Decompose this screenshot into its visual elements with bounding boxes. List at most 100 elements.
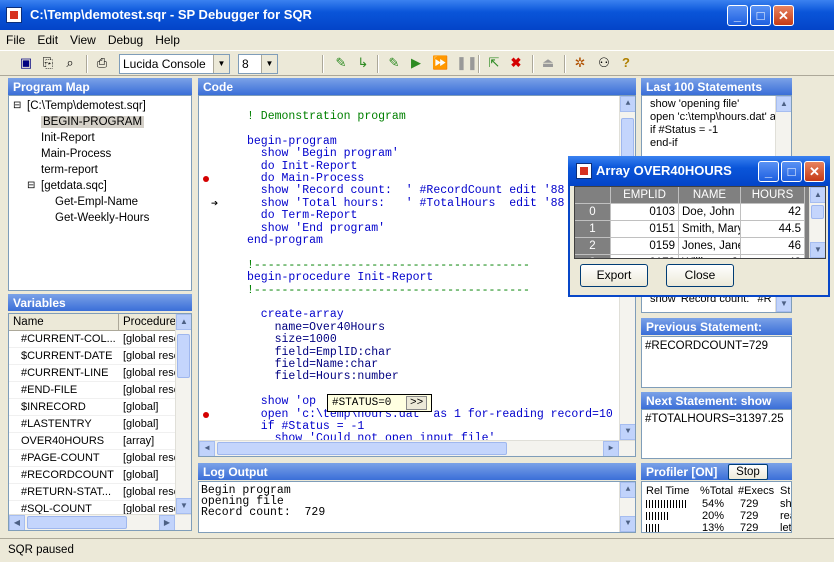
- font-size-select[interactable]: 8 ▼: [238, 54, 278, 74]
- table-row[interactable]: #CURRENT-COL... [global rese: [9, 331, 191, 348]
- font-select[interactable]: Lucida Console ▼: [119, 54, 230, 74]
- code-line[interactable]: show 'End program': [247, 222, 385, 235]
- scroll-down-icon[interactable]: ▼: [810, 242, 825, 258]
- maximize-button[interactable]: □: [750, 5, 771, 26]
- grid-cell-emplid[interactable]: 0173: [611, 255, 679, 258]
- grid-vscroll[interactable]: ▲ ▼: [809, 187, 825, 258]
- scroll-down-icon[interactable]: ▼: [620, 516, 635, 532]
- code-line[interactable]: !---------------------------------------…: [247, 259, 530, 272]
- log-output[interactable]: Begin program opening file Record count: 7…: [198, 481, 636, 533]
- variables-vscroll[interactable]: ▲ ▼: [175, 314, 191, 514]
- statement-line[interactable]: if #Status = -1: [650, 124, 718, 136]
- table-row[interactable]: #RECORDCOUNT [global]: [9, 467, 191, 484]
- grid-col-hours[interactable]: HOURS: [741, 187, 805, 204]
- code-line[interactable]: name=Over40Hours: [247, 321, 385, 334]
- code-line[interactable]: if #Status = -1: [247, 420, 365, 433]
- find-icon[interactable]: ⌕: [62, 55, 78, 71]
- code-line[interactable]: show 'op: [247, 395, 316, 408]
- code-line[interactable]: field=EmplID:char: [247, 346, 392, 359]
- tree-item[interactable]: Get-Weekly-Hours: [55, 212, 149, 224]
- statement-line[interactable]: open 'c:\temp\hours.dat' a: [650, 111, 776, 123]
- tree-icon[interactable]: ⚇: [596, 55, 612, 71]
- code-line[interactable]: begin-procedure Init-Report: [247, 271, 433, 284]
- menu-edit[interactable]: Edit: [31, 30, 64, 47]
- array-grid[interactable]: EMPLID NAME HOURS 0 0103 Doe, John 42 1 0151 S…: [574, 186, 826, 259]
- app-icon[interactable]: [6, 7, 22, 23]
- dialog-close-button[interactable]: ✕: [804, 161, 825, 182]
- step-into-icon[interactable]: ↳: [355, 55, 371, 71]
- run-to-cursor-icon[interactable]: ✎: [386, 55, 402, 71]
- scroll-thumb[interactable]: [811, 205, 824, 219]
- scroll-down-icon[interactable]: ▼: [620, 424, 635, 440]
- code-line[interactable]: ! Demonstration program: [247, 110, 406, 123]
- scroll-up-icon[interactable]: ▲: [176, 314, 191, 330]
- code-line[interactable]: create-array: [247, 308, 344, 321]
- table-row[interactable]: #PAGE-COUNT [global rese: [9, 450, 191, 467]
- grid-cell-emplid[interactable]: 0159: [611, 238, 679, 255]
- grid-row-header[interactable]: 1: [575, 221, 611, 238]
- tree-item[interactable]: [getdata.sqc]: [41, 180, 107, 192]
- col-procedure[interactable]: Procedure: [119, 314, 177, 331]
- tree-item[interactable]: Init-Report: [41, 132, 95, 144]
- code-line[interactable]: !---------------------------------------…: [247, 284, 530, 297]
- scroll-down-icon[interactable]: ▼: [176, 498, 191, 514]
- menu-help[interactable]: Help: [149, 30, 186, 47]
- statement-line[interactable]: show 'opening file': [650, 98, 739, 110]
- scroll-up-icon[interactable]: ▲: [776, 96, 791, 112]
- scroll-left-icon[interactable]: ◀: [9, 515, 25, 530]
- chevron-down-icon[interactable]: ▼: [213, 55, 229, 73]
- save-icon[interactable]: ▣: [18, 55, 34, 71]
- code-line[interactable]: do Term-Report: [247, 209, 358, 222]
- tree-item[interactable]: term-report: [41, 164, 98, 176]
- menu-file[interactable]: File: [0, 30, 31, 47]
- grid-cell-emplid[interactable]: 0103: [611, 204, 679, 221]
- table-row[interactable]: OVER40HOURS [array]: [9, 433, 191, 450]
- grid-cell-name[interactable]: Jones, Jane: [679, 238, 741, 255]
- scroll-up-icon[interactable]: ▲: [810, 187, 825, 203]
- variables-list[interactable]: Name Procedure #CURRENT-COL... [global re…: [8, 313, 192, 531]
- dialog-title-bar[interactable]: Array OVER40HOURS _ □ ✕: [568, 156, 830, 186]
- log-vscroll[interactable]: ▲ ▼: [619, 482, 635, 532]
- copy-icon[interactable]: ⎘: [40, 55, 56, 71]
- code-line[interactable]: begin-program: [247, 135, 337, 148]
- scroll-thumb[interactable]: [217, 442, 507, 455]
- grid-cell-name[interactable]: Doe, John: [679, 204, 741, 221]
- grid-row-header[interactable]: 2: [575, 238, 611, 255]
- table-row[interactable]: $CURRENT-DATE [global rese: [9, 348, 191, 365]
- code-hscroll[interactable]: ◀ ▶: [199, 440, 635, 456]
- scroll-thumb[interactable]: [177, 334, 190, 378]
- profiler-stop-button[interactable]: Stop: [728, 464, 768, 480]
- scroll-up-icon[interactable]: ▲: [620, 96, 635, 112]
- bug-icon[interactable]: ✲: [572, 55, 588, 71]
- tree-toggle-icon[interactable]: ⊟: [13, 100, 21, 111]
- scroll-up-icon[interactable]: ▲: [620, 482, 635, 498]
- grid-col-emplid[interactable]: EMPLID: [611, 187, 679, 204]
- menu-debug[interactable]: Debug: [102, 30, 149, 47]
- run-icon[interactable]: ▶: [408, 55, 424, 71]
- dialog-close-text-button[interactable]: Close: [666, 264, 734, 287]
- breakpoint-pen-icon[interactable]: ✎: [333, 55, 349, 71]
- menu-view[interactable]: View: [64, 30, 102, 47]
- scroll-left-icon[interactable]: ◀: [199, 441, 215, 456]
- scroll-thumb[interactable]: [27, 516, 127, 529]
- grid-row-header[interactable]: 3: [575, 255, 611, 258]
- tree-item[interactable]: BEGIN-PROGRAM: [41, 116, 145, 128]
- tree-item[interactable]: Main-Process: [41, 148, 111, 160]
- variables-hscroll[interactable]: ◀ ▶: [9, 514, 191, 530]
- dialog-minimize-button[interactable]: _: [758, 161, 779, 182]
- table-row[interactable]: $INRECORD [global]: [9, 399, 191, 416]
- table-row[interactable]: #END-FILE [global rese: [9, 382, 191, 399]
- code-line[interactable]: end-program: [247, 234, 323, 247]
- scroll-right-icon[interactable]: ▶: [603, 441, 619, 456]
- dialog-maximize-button[interactable]: □: [781, 161, 802, 182]
- grid-cell-hours[interactable]: 42: [741, 204, 805, 221]
- table-row[interactable]: #LASTENTRY [global]: [9, 416, 191, 433]
- help-icon[interactable]: ?: [618, 55, 634, 71]
- code-line[interactable]: field=Hours:number: [247, 370, 399, 383]
- tree-item[interactable]: [C:\Temp\demotest.sqr]: [27, 100, 146, 112]
- grid-row-header[interactable]: 0: [575, 204, 611, 221]
- breakpoint-icon[interactable]: [203, 411, 209, 418]
- grid-cell-name[interactable]: Smith, Mary: [679, 221, 741, 238]
- fast-forward-icon[interactable]: ⏩: [432, 55, 448, 71]
- code-line[interactable]: show 'Record count: ' #RecordCount edit …: [247, 184, 565, 197]
